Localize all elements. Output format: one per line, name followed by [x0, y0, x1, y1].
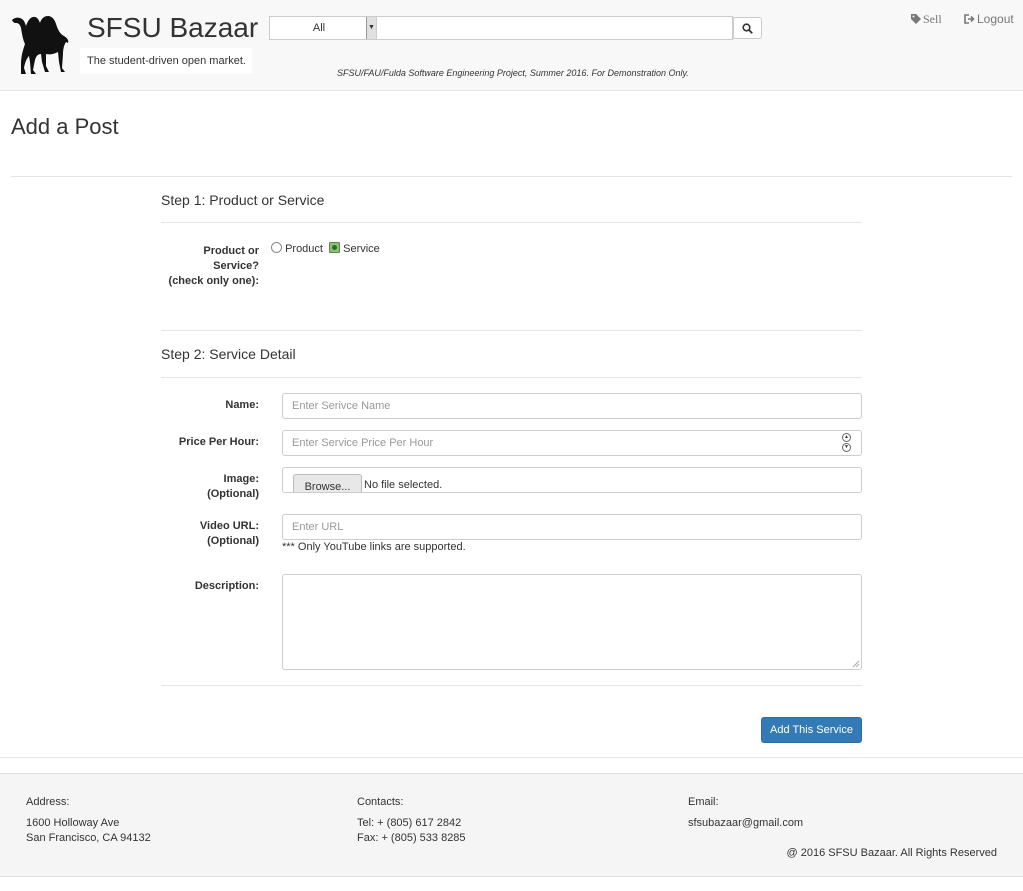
question-line: Product or: [203, 245, 259, 257]
service-name-input[interactable]: [282, 393, 862, 419]
add-service-button[interactable]: Add This Service: [761, 717, 862, 743]
footer-address-line: 1600 Holloway Ave: [26, 817, 120, 829]
site-header: SFSU Bazaar The student-driven open mark…: [0, 0, 1023, 91]
browse-button[interactable]: Browse...: [293, 474, 362, 492]
footer-copyright: @ 2016 SFSU Bazaar. All Rights Reserved: [786, 847, 998, 859]
sell-link[interactable]: Sell: [911, 12, 942, 27]
search-category-select[interactable]: All ▼: [269, 16, 377, 40]
tagline: The student-driven open market.: [80, 48, 252, 74]
radio-product[interactable]: [271, 242, 282, 253]
section-divider: [161, 330, 862, 331]
product-or-service-label: Product or Service? (check only one):: [169, 244, 259, 289]
video-label-line: Video URL:: [199, 520, 259, 532]
camel-logo-icon[interactable]: [10, 14, 72, 76]
stepper-down-icon[interactable]: ▼: [842, 443, 851, 452]
search-input[interactable]: [377, 16, 733, 40]
page-title: Add a Post: [11, 114, 119, 139]
tag-icon: [911, 14, 921, 24]
description-label: Description:: [194, 580, 259, 592]
video-label-line: (Optional): [207, 535, 259, 547]
logout-link[interactable]: Logout: [964, 12, 1014, 26]
footer-email-title: Email:: [688, 796, 719, 808]
video-url-input[interactable]: [282, 514, 862, 540]
step2-title: Step 2: Service Detail: [161, 346, 296, 362]
search-button[interactable]: [733, 17, 762, 39]
step2-divider: [161, 377, 862, 378]
disclaimer-text: SFSU/FAU/Fulda Software Engineering Proj…: [337, 68, 689, 78]
image-label: Image: (Optional): [207, 472, 259, 502]
video-url-label: Video URL: (Optional): [200, 519, 259, 549]
question-line: Service?: [213, 260, 259, 272]
description-textarea[interactable]: [282, 574, 862, 670]
search-category-value: All: [312, 22, 326, 34]
footer-fax: Fax: + (805) 533 8285: [357, 832, 466, 844]
footer-contacts-title: Contacts:: [357, 796, 404, 808]
image-file-input[interactable]: Browse... No file selected.: [282, 467, 862, 493]
title-divider: [11, 176, 1012, 177]
step1-divider: [161, 222, 862, 223]
step1-title: Step 1: Product or Service: [161, 192, 325, 208]
site-footer: Address: 1600 Holloway Ave San Francisco…: [0, 773, 1023, 877]
radio-product-label[interactable]: Product: [285, 243, 323, 255]
price-per-hour-input[interactable]: [282, 430, 862, 456]
chevron-down-icon: ▼: [366, 17, 376, 39]
radio-service[interactable]: [329, 242, 341, 253]
image-label-line: Image:: [223, 473, 259, 485]
footer-email-link[interactable]: sfsubazaar@gmail.com: [688, 817, 803, 829]
price-stepper[interactable]: ▲ ▼: [842, 433, 851, 453]
type-radio-group: Product Service: [271, 242, 380, 255]
footer-address-title: Address:: [26, 796, 70, 808]
video-help-text: *** Only YouTube links are supported.: [282, 541, 466, 553]
stepper-up-icon[interactable]: ▲: [842, 433, 851, 442]
logout-label: Logout: [977, 12, 1014, 26]
form-divider: [161, 685, 862, 686]
file-status: No file selected.: [364, 479, 443, 491]
site-title[interactable]: SFSU Bazaar: [87, 12, 258, 44]
price-label: Price Per Hour:: [178, 436, 259, 448]
footer-phone: Tel: + (805) 617 2842: [357, 817, 462, 829]
sell-label: Sell: [923, 12, 942, 26]
radio-service-label[interactable]: Service: [343, 243, 380, 255]
footer-divider: [0, 757, 1023, 758]
resize-grip-icon[interactable]: [852, 660, 860, 668]
search-icon: [742, 23, 753, 34]
logout-icon: [964, 14, 975, 24]
name-label: Name:: [225, 399, 259, 411]
question-line: (check only one):: [168, 275, 259, 287]
footer-address-line: San Francisco, CA 94132: [26, 832, 151, 844]
image-label-line: (Optional): [207, 488, 259, 500]
